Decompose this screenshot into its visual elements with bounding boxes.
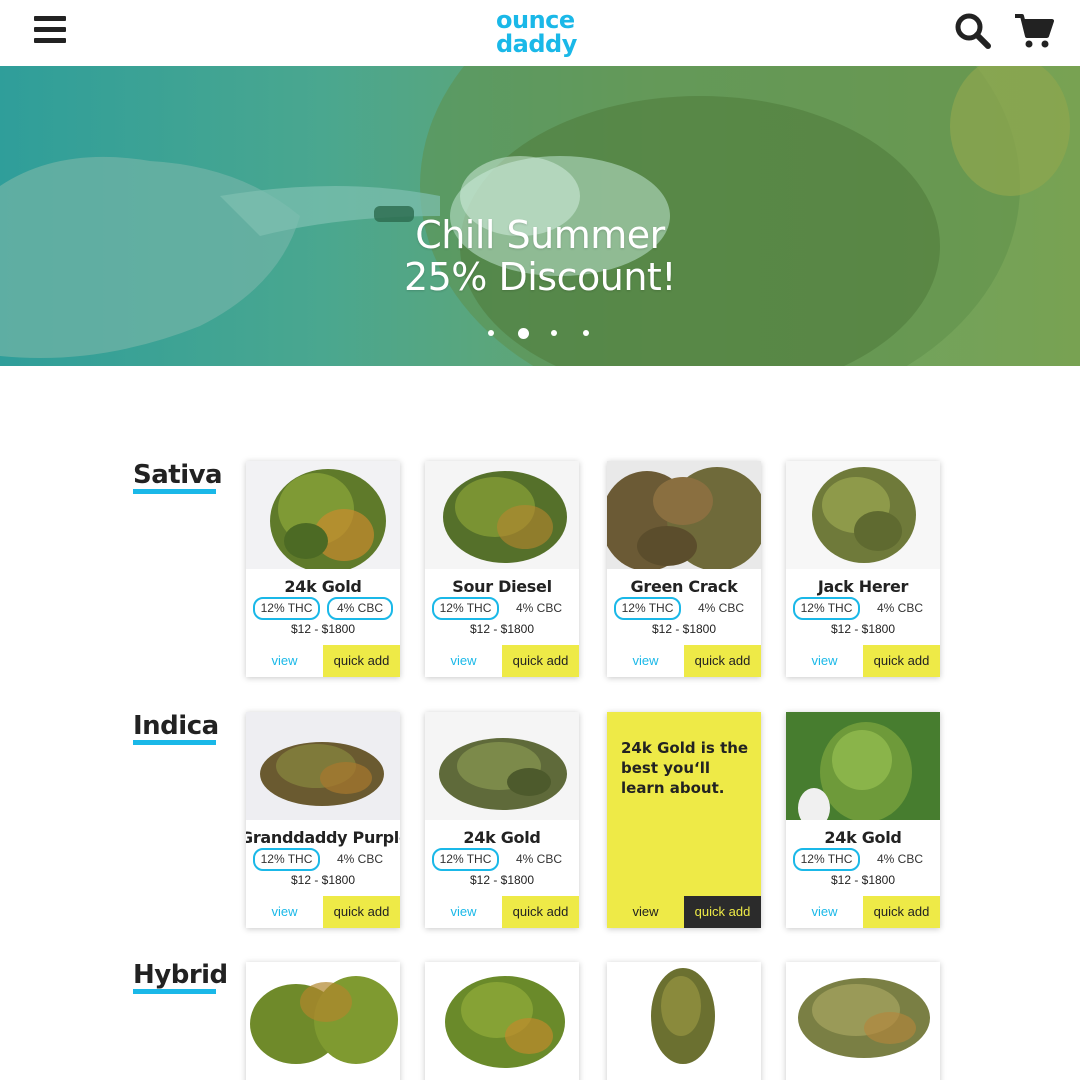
product-card[interactable] (786, 962, 940, 1080)
product-card[interactable] (425, 962, 579, 1080)
product-image (246, 461, 400, 569)
quick-add-button[interactable]: quick add (323, 645, 400, 677)
product-price: $12 - $1800 (830, 873, 896, 887)
thc-badge: 12% THC (253, 848, 320, 871)
product-price: $12 - $1800 (469, 622, 535, 636)
hero-banner[interactable]: Chill Summer 25% Discount! (0, 66, 1080, 366)
carousel-dot-2[interactable] (518, 327, 529, 339)
category-title-indica: Indica (133, 711, 219, 741)
view-button[interactable]: view (425, 645, 502, 677)
view-button[interactable]: view (607, 645, 684, 677)
view-button[interactable]: view (425, 896, 502, 928)
view-button[interactable]: view (607, 896, 684, 928)
category-underline (133, 489, 216, 494)
quick-add-button[interactable]: quick add (502, 896, 579, 928)
product-image (786, 461, 940, 569)
product-name: 24k Gold (824, 828, 902, 847)
thc-badge: 12% THC (793, 848, 860, 871)
cbc-badge: 4% CBC (336, 852, 383, 866)
category-underline (133, 740, 216, 745)
cbc-badge: 4% CBC (515, 601, 562, 615)
hero-title-line-2: 25% Discount! (403, 255, 677, 299)
thc-badge: 12% THC (432, 597, 499, 620)
product-card[interactable]: Jack Herer 12% THC 4% CBC $12 - $1800 vi… (786, 461, 940, 677)
cbc-badge: 4% CBC (876, 852, 923, 866)
product-card[interactable]: Granddaddy Purple 12% THC 4% CBC $12 - $… (246, 712, 400, 928)
product-price: $12 - $1800 (830, 622, 896, 636)
carousel-dots (488, 326, 615, 340)
product-card[interactable]: Green Crack 12% THC 4% CBC $12 - $1800 v… (607, 461, 761, 677)
view-button[interactable]: view (786, 896, 863, 928)
product-image (425, 962, 579, 1070)
product-image (607, 962, 761, 1070)
site-logo[interactable]: ounce daddy (496, 8, 588, 56)
cbc-badge: 4% CBC (697, 601, 744, 615)
thc-badge: 12% THC (614, 597, 681, 620)
thc-badge: 12% THC (793, 597, 860, 620)
product-card[interactable]: 24k Gold 12% THC 4% CBC $12 - $1800 view… (425, 712, 579, 928)
thc-badge: 12% THC (432, 848, 499, 871)
product-name: Jack Herer (817, 577, 909, 596)
product-image (425, 461, 579, 569)
quick-add-button[interactable]: quick add (863, 645, 940, 677)
product-name: 24k Gold (284, 577, 362, 596)
product-image (425, 712, 579, 820)
category-title-hybrid: Hybrid (133, 960, 228, 990)
site-header: ounce daddy (0, 0, 1080, 66)
thc-badge: 12% THC (253, 597, 320, 620)
cbc-badge: 4% CBC (876, 601, 923, 615)
product-price: $12 - $1800 (290, 622, 356, 636)
carousel-dot-1[interactable] (488, 330, 494, 336)
cbc-badge: 4% CBC (515, 852, 562, 866)
product-price: $12 - $1800 (651, 622, 717, 636)
product-image (786, 962, 940, 1070)
product-card[interactable]: 24k Gold 12% THC 4% CBC $12 - $1800 view… (786, 712, 940, 928)
view-button[interactable]: view (246, 896, 323, 928)
product-card[interactable]: Sour Diesel 12% THC 4% CBC $12 - $1800 v… (425, 461, 579, 677)
cbc-badge: 4% CBC (327, 597, 393, 620)
search-icon[interactable] (954, 12, 992, 50)
product-price: $12 - $1800 (469, 873, 535, 887)
category-title-sativa: Sativa (133, 460, 223, 490)
product-card[interactable] (607, 962, 761, 1080)
view-button[interactable]: view (246, 645, 323, 677)
shopping-cart-icon[interactable] (1014, 12, 1054, 50)
hamburger-menu-icon[interactable] (34, 16, 66, 46)
carousel-dot-3[interactable] (551, 330, 557, 336)
category-underline (133, 989, 216, 994)
product-name: Sour Diesel (452, 577, 552, 596)
quick-add-button[interactable]: quick add (502, 645, 579, 677)
hero-title-line-1: Chill Summer (415, 213, 665, 257)
promo-card[interactable]: 24k Gold is the best you‘ll learn about.… (607, 712, 761, 928)
product-card[interactable]: 24k Gold 12% THC 4% CBC $12 - $1800 view… (246, 461, 400, 677)
product-name: Green Crack (630, 577, 738, 596)
product-name: Granddaddy Purple (246, 828, 400, 847)
logo-line-2: daddy (496, 30, 577, 58)
product-name: 24k Gold (463, 828, 541, 847)
product-image (786, 712, 940, 820)
promo-text: 24k Gold is the best you‘ll learn about. (621, 739, 749, 797)
carousel-dot-4[interactable] (583, 330, 589, 336)
product-image (246, 712, 400, 820)
quick-add-button[interactable]: quick add (863, 896, 940, 928)
quick-add-button[interactable]: quick add (684, 896, 761, 928)
product-image (607, 461, 761, 569)
quick-add-button[interactable]: quick add (684, 645, 761, 677)
view-button[interactable]: view (786, 645, 863, 677)
logo-line-1: ounce (496, 6, 575, 34)
quick-add-button[interactable]: quick add (323, 896, 400, 928)
product-card[interactable] (246, 962, 400, 1080)
product-image (246, 962, 400, 1070)
product-price: $12 - $1800 (290, 873, 356, 887)
hero-headline: Chill Summer 25% Discount! (0, 214, 1080, 298)
